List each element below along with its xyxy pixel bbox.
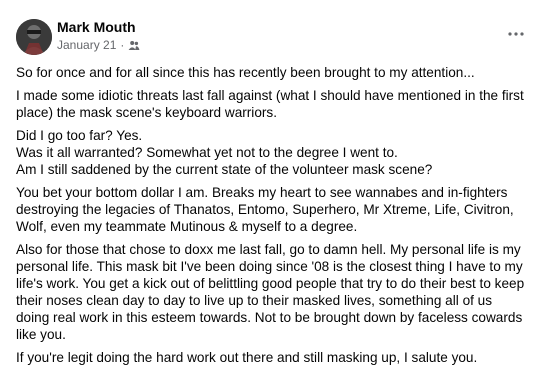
post-header: Mark Mouth January 21 · [0, 0, 538, 60]
avatar-image [16, 19, 52, 55]
more-options-button[interactable] [504, 26, 528, 42]
post-meta: January 21 · [57, 38, 140, 52]
post-paragraph: I made some idiotic threats last fall ag… [16, 88, 524, 120]
post-paragraph: So for once and for all since this has r… [16, 65, 475, 80]
avatar[interactable] [16, 19, 52, 55]
post-paragraph: Did I go too far? Yes. Was it all warran… [16, 128, 433, 177]
post-paragraph: If you're legit doing the hard work out … [16, 350, 478, 365]
author-name[interactable]: Mark Mouth [57, 19, 136, 35]
more-horizontal-icon [508, 32, 524, 36]
post-paragraph: You bet your bottom dollar I am. Breaks … [16, 185, 514, 234]
meta-separator: · [120, 38, 125, 52]
facebook-post: Mark Mouth January 21 · So for once and [0, 0, 538, 365]
post-paragraph: Also for those that chose to doxx me las… [16, 242, 525, 342]
friends-icon[interactable] [128, 39, 140, 51]
post-date[interactable]: January 21 [57, 38, 116, 52]
